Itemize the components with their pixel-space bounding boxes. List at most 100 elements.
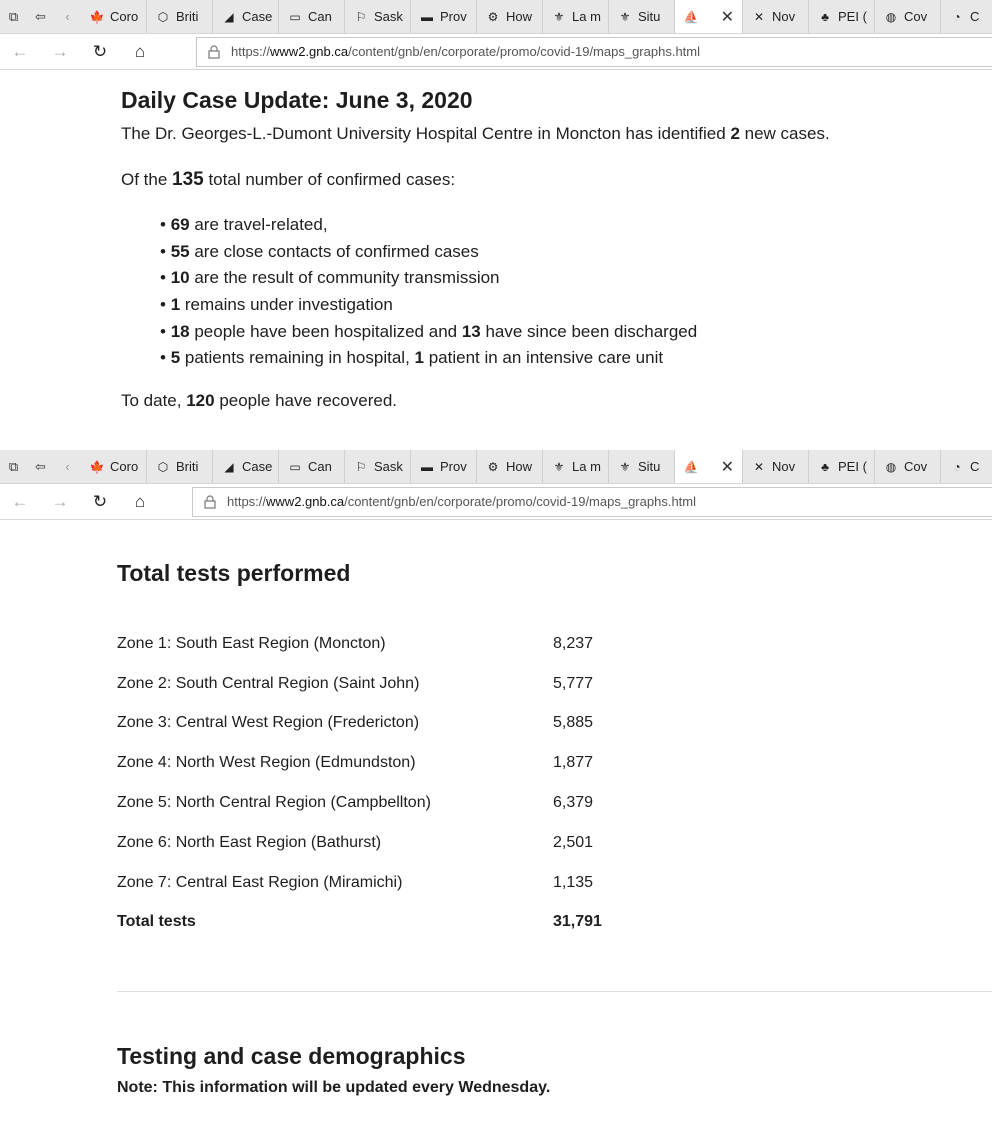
zone-name: Zone 1: South East Region (Moncton) [117, 635, 386, 652]
case-breakdown-item: • 55 are close contacts of confirmed cas… [160, 241, 479, 261]
bc-shield-icon: ⬡ [157, 9, 169, 24]
browser-tab[interactable]: ⬡ Briti [147, 0, 213, 33]
zone-tests-value: 1,135 [553, 874, 594, 891]
browser-tab[interactable]: ⚐ Sask [345, 0, 411, 33]
address-bar[interactable]: https://www2.gnb.ca/content/gnb/en/corpo… [196, 36, 992, 67]
browser-tab[interactable]: ⚐ Sask [345, 450, 411, 483]
breakdown-text: remains under investigation [180, 295, 393, 315]
tab-actions-icon[interactable]: ⧉ [0, 0, 27, 33]
nl-icon: ◔ [953, 9, 961, 24]
browser-tab[interactable]: ⚙ How [477, 450, 543, 483]
forward-icon[interactable]: → [40, 484, 80, 520]
tests-title: Total tests performed [117, 560, 351, 586]
url-domain: www2.gnb.ca [270, 44, 349, 59]
browser-tab[interactable]: ⚙ How [477, 0, 543, 33]
browser-tab[interactable]: ♣ PEI ( [809, 450, 875, 483]
browser-tab[interactable]: ⛵ ✕ [675, 450, 743, 483]
zone-name: Zone 7: Central East Region (Miramichi) [117, 874, 403, 891]
browser-tab[interactable]: ⚜ La m [543, 450, 609, 483]
home-icon[interactable]: ⌂ [120, 34, 160, 70]
quebec-fleur-icon: ⚜ [553, 9, 565, 24]
url-domain: www2.gnb.ca [266, 494, 345, 509]
browser-tab[interactable]: ⬡ Briti [147, 450, 213, 483]
browser-tab[interactable]: ♣ PEI ( [809, 0, 875, 33]
browser-tab[interactable]: ▬ Prov [411, 0, 477, 33]
pei-icon: ♣ [821, 9, 829, 24]
breakdown-count: 18 [170, 321, 190, 341]
browser-tab[interactable]: ◔ C [941, 450, 992, 483]
new-cases-paragraph: The Dr. Georges-L.-Dumont University Hos… [121, 124, 830, 144]
pei-icon: ♣ [821, 459, 829, 474]
case-breakdown-item: • 69 are travel-related, [160, 215, 328, 234]
browser-tab[interactable]: 🍁 Coro [81, 0, 147, 33]
browser-tab[interactable]: 🍁 Coro [81, 450, 147, 483]
browser-tab[interactable]: ◍ Cov [875, 450, 941, 483]
quebec-fleur-icon: ⚜ [553, 459, 565, 474]
breakdown-text: patients remaining in hospital, [180, 348, 415, 368]
tab-list: 🍁 Coro ⬡ Briti ◢ Case ▭ Can ⚐ Sask ▬ Prov ⚙ How ⚜ La m ⚜… [81, 0, 992, 33]
window-icon: ▭ [289, 459, 301, 474]
url-prefix: https:// [227, 494, 267, 509]
recovered-count: 120 [186, 391, 215, 410]
browser-tab[interactable]: ◔ C [941, 0, 992, 33]
back-icon[interactable]: ← [0, 34, 40, 70]
daily-update-title: Daily Case Update: June 3, 2020 [121, 87, 473, 113]
home-icon[interactable]: ⌂ [120, 484, 160, 520]
tab-label: How [506, 9, 533, 24]
nb-ship-icon: ⛵ [683, 9, 699, 24]
table-row: Zone 5: North Central Region (Campbellto… [117, 794, 637, 812]
set-aside-tabs-icon[interactable]: ⇦ [27, 0, 54, 33]
browser-tab[interactable]: ▭ Can [279, 0, 345, 33]
browser-tab[interactable]: ⚜ La m [543, 0, 609, 33]
zone-tests-value: 5,777 [553, 675, 594, 692]
tab-label: Can [308, 9, 332, 24]
window-icon: ▭ [289, 9, 301, 24]
scroll-tabs-left-icon[interactable]: ‹ [54, 0, 81, 33]
set-aside-tabs-icon[interactable]: ⇦ [27, 450, 54, 483]
scroll-tabs-left-icon[interactable]: ‹ [54, 450, 81, 483]
ontario-icon: ⚙ [487, 9, 499, 24]
refresh-icon[interactable]: ↻ [80, 34, 120, 70]
intro-text: The Dr. Georges-L.-Dumont University Hos… [121, 124, 731, 143]
breakdown-text: patient in an intensive care unit [423, 348, 664, 368]
table-row: Zone 1: South East Region (Moncton) 8,237 [117, 635, 637, 653]
globe-icon: ◍ [885, 9, 897, 24]
ns-flag-icon: ✕ [753, 459, 765, 474]
refresh-icon[interactable]: ↻ [80, 484, 120, 520]
browser-tab[interactable]: ✕ Nov [743, 450, 809, 483]
browser-tab[interactable]: ◢ Case [213, 0, 279, 33]
breakdown-count: 69 [170, 215, 190, 234]
zone-name: Zone 6: North East Region (Bathurst) [117, 834, 382, 851]
close-tab-icon[interactable]: ✕ [721, 7, 734, 27]
browser-tab[interactable]: ◍ Cov [875, 0, 941, 33]
address-bar[interactable]: https://www2.gnb.ca/content/gnb/en/corpo… [192, 486, 992, 517]
tab-label: PEI ( [838, 459, 867, 474]
browser-tab[interactable]: ◢ Case [213, 450, 279, 483]
url-path: /content/gnb/en/corporate/promo/covid-19… [348, 44, 700, 59]
total-tests-value: 31,791 [553, 913, 602, 930]
browser-tab[interactable]: ⚜ Situ [609, 450, 675, 483]
breakdown-count: 1 [414, 348, 424, 368]
back-icon[interactable]: ← [0, 484, 40, 520]
breakdown-text: are the result of community transmission [189, 268, 500, 288]
browser-tab[interactable]: ▬ Prov [411, 450, 477, 483]
tab-label: Can [308, 459, 332, 474]
browser-tab[interactable]: ⛵ ✕ [675, 0, 743, 33]
case-breakdown-item: • 5 patients remaining in hospital, 1 pa… [160, 348, 664, 368]
section-divider [117, 991, 992, 992]
tab-actions-icon[interactable]: ⧉ [0, 450, 27, 483]
tab-label: Coro [110, 459, 139, 474]
ns-flag-icon: ✕ [753, 9, 765, 24]
tab-label: Briti [176, 9, 199, 24]
demographics-note: Note: This information will be updated e… [117, 1079, 551, 1096]
tab-label: La m [572, 459, 601, 474]
forward-icon[interactable]: → [40, 34, 80, 70]
browser-tab[interactable]: ✕ Nov [743, 0, 809, 33]
lock-icon [203, 44, 225, 59]
browser-tab[interactable]: ▭ Can [279, 450, 345, 483]
tab-label: Nov [772, 459, 796, 474]
demographics-title: Testing and case demographics [117, 1043, 466, 1069]
tab-label: How [506, 459, 533, 474]
browser-tab[interactable]: ⚜ Situ [609, 0, 675, 33]
close-tab-icon[interactable]: ✕ [721, 457, 734, 477]
